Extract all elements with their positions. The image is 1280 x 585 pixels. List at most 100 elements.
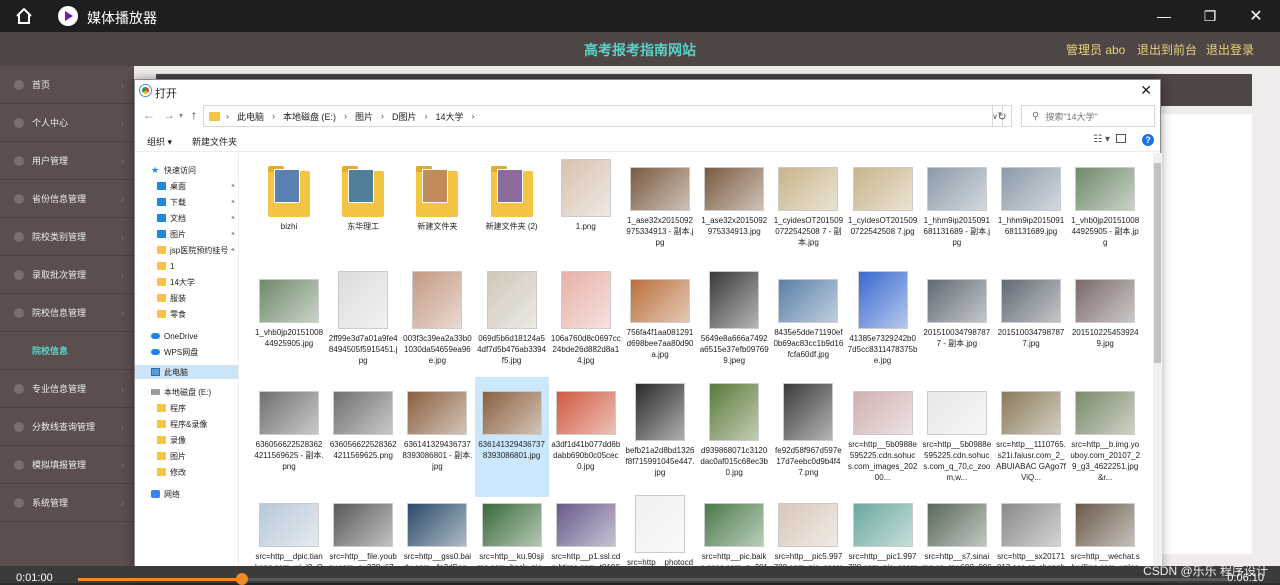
tree-item[interactable]: WPS网盘 bbox=[135, 345, 238, 359]
view-options-icon[interactable]: ☷ ▾ bbox=[1093, 134, 1110, 145]
sidebar-item[interactable]: 院校类别管理 › bbox=[0, 218, 134, 256]
sidebar-item[interactable]: 分数线查询管理 › bbox=[0, 408, 134, 446]
file-item[interactable]: 6361413294367378393086801.jpg bbox=[474, 377, 549, 497]
sidebar-item[interactable]: 录取批次管理 › bbox=[0, 256, 134, 294]
tree-item[interactable]: 服装 bbox=[135, 291, 238, 305]
tree-item[interactable]: jsp医院预约挂号 ✦ bbox=[135, 243, 238, 257]
file-item[interactable]: 1_vhb0jp2015100844925905.jpg bbox=[252, 265, 326, 385]
help-icon[interactable]: ? bbox=[1142, 134, 1154, 146]
sidebar-item[interactable]: 用户管理 › bbox=[0, 142, 134, 180]
file-item[interactable]: 1_vhb0jp2015100844925905 - 副本.jpg bbox=[1068, 153, 1142, 273]
organize-menu[interactable]: 组织 ▾ bbox=[147, 135, 172, 148]
file-item[interactable]: fe92d58f967d597e17d7eebc0d9b4f47.png bbox=[771, 377, 845, 497]
back-arrow-icon[interactable]: ← bbox=[143, 108, 155, 122]
refresh-icon[interactable]: ↻ bbox=[992, 105, 1012, 127]
file-item[interactable]: 2015100347987877.jpg bbox=[994, 265, 1068, 385]
file-item[interactable]: 新建文件夹 (2) bbox=[475, 153, 549, 273]
file-item[interactable]: 6360566225283624211569625.png bbox=[326, 377, 400, 497]
file-item[interactable]: src=http__5b0988e595225.cdn.sohucs.com_q… bbox=[920, 377, 994, 497]
breadcrumb-item[interactable]: 14大学 bbox=[436, 110, 464, 123]
minimize-button[interactable]: — bbox=[1154, 6, 1174, 26]
seek-handle[interactable] bbox=[236, 573, 249, 585]
search-input[interactable]: ⚲ 搜索"14大学" bbox=[1021, 105, 1155, 127]
file-item[interactable]: 106a760d8c0697cc24bde26d882d8a14.jpg bbox=[549, 265, 623, 385]
file-item[interactable]: 1_hhm9ip2015091681131689.jpg bbox=[994, 153, 1068, 273]
tree-item[interactable]: 文档 ✦ bbox=[135, 211, 238, 225]
file-item[interactable]: 1_cyidesOT2015090722542508 7 - 副本.jpg bbox=[771, 153, 845, 273]
breadcrumb-item[interactable]: 图片 bbox=[355, 110, 373, 123]
file-item[interactable]: src=http__b.img.youboy.com_20107_29_g3_4… bbox=[1068, 377, 1142, 497]
tree-item[interactable]: 1 bbox=[135, 259, 238, 273]
exit-to-front-link[interactable]: 退出到前台 bbox=[1137, 41, 1197, 58]
address-bar[interactable]: › 此电脑 › 本地磁盘 (E:) › 图片 › D图片 › 14大学 › ∨ bbox=[203, 105, 1003, 127]
file-item[interactable]: 1_cyidesOT2015090722542508 7.jpg bbox=[846, 153, 920, 273]
tree-item[interactable]: 下载 ✦ bbox=[135, 195, 238, 209]
sidebar-item[interactable]: 省份信息管理 › bbox=[0, 180, 134, 218]
scrollbar-thumb[interactable] bbox=[1154, 163, 1161, 363]
file-item[interactable]: befb21a2d8bd1326f8f715991045e447.jpg bbox=[623, 377, 697, 497]
home-icon[interactable] bbox=[14, 6, 34, 26]
file-item[interactable]: src=http__5b0988e595225.cdn.sohucs.com_i… bbox=[846, 377, 920, 497]
breadcrumb-item[interactable]: 本地磁盘 (E:) bbox=[283, 110, 336, 123]
tree-item[interactable]: 修改 bbox=[135, 465, 238, 479]
forward-arrow-icon[interactable]: → bbox=[163, 108, 175, 122]
sidebar-item[interactable]: 系统管理 › bbox=[0, 484, 134, 522]
file-item[interactable]: 6361413294367378393086801 - 副本.jpg bbox=[400, 377, 474, 497]
new-folder-button[interactable]: 新建文件夹 bbox=[192, 135, 237, 148]
file-item[interactable]: 8435e5dde71190ef0b69ac83cc1b9d16fcfa60df… bbox=[771, 265, 845, 385]
tree-item[interactable]: 14大学 bbox=[135, 275, 238, 289]
file-item[interactable]: 1_ase32x2015092975334913 - 副本.jpg bbox=[623, 153, 697, 273]
dialog-close-button[interactable]: ✕ bbox=[1140, 82, 1152, 99]
preview-pane-icon[interactable] bbox=[1116, 134, 1126, 143]
logout-link[interactable]: 退出登录 bbox=[1206, 41, 1254, 58]
file-item[interactable]: 756fa4f1aa081291d698bee7aa80d90a.jpg bbox=[623, 265, 697, 385]
tree-item[interactable]: 程序&录像 bbox=[135, 417, 238, 431]
tree-item[interactable]: 图片 ✦ bbox=[135, 227, 238, 241]
breadcrumb-item[interactable]: D图片 bbox=[392, 110, 417, 123]
sidebar-item[interactable]: 模拟填报管理 › bbox=[0, 446, 134, 484]
file-item[interactable]: bizhi bbox=[252, 153, 326, 273]
file-item[interactable]: 新建文件夹 bbox=[400, 153, 474, 273]
tree-item[interactable]: 零食 bbox=[135, 307, 238, 321]
seek-bar[interactable] bbox=[78, 573, 1228, 585]
file-item[interactable]: 6360566225283624211569625 - 副本.png bbox=[252, 377, 326, 497]
sidebar-item[interactable]: 院校信息管理 › bbox=[0, 294, 134, 332]
seek-progress bbox=[78, 578, 243, 581]
file-item[interactable]: 2015100347987877 - 副本.jpg bbox=[920, 265, 994, 385]
file-name: 6360566225283624211569625 - 副本.png bbox=[254, 440, 324, 471]
close-window-button[interactable]: ✕ bbox=[1246, 6, 1266, 26]
tree-item[interactable]: 程序 bbox=[135, 401, 238, 415]
file-item[interactable]: 2ff99e3d7a01a9fe48494505f5915451.jpg bbox=[326, 265, 400, 385]
recent-chevron-icon[interactable]: ▾ bbox=[179, 111, 183, 120]
tree-item[interactable]: 网络 bbox=[135, 487, 238, 501]
breadcrumb-item[interactable]: 此电脑 bbox=[237, 110, 264, 123]
sidebar-item[interactable]: 首页 › bbox=[0, 66, 134, 104]
file-item[interactable]: a3df1d41b077dd6bdabb690b0c05cec0.jpg bbox=[549, 377, 623, 497]
file-grid-scrollbar[interactable] bbox=[1153, 153, 1162, 583]
file-item[interactable]: 1_hhm9ip2015091681131689 - 副本.jpg bbox=[920, 153, 994, 273]
file-item[interactable]: 东华理工 bbox=[326, 153, 400, 273]
up-arrow-icon[interactable]: ↑ bbox=[191, 108, 197, 122]
sidebar-item[interactable]: 个人中心 › bbox=[0, 104, 134, 142]
maximize-button[interactable]: ❐ bbox=[1200, 6, 1220, 26]
file-item[interactable]: 5649e8a666a7492a6515e37efb097699.jpeg bbox=[697, 265, 771, 385]
sidebar-item[interactable]: 院校信息 bbox=[0, 332, 134, 370]
tree-item[interactable]: 此电脑 bbox=[135, 365, 238, 379]
tree-item[interactable]: 图片 bbox=[135, 449, 238, 463]
tree-item[interactable]: 本地磁盘 (E:) bbox=[135, 385, 238, 399]
file-item[interactable]: 1.png bbox=[549, 153, 623, 273]
file-item[interactable]: 41385e7329242b07d5cc8311478375be.jpg bbox=[846, 265, 920, 385]
file-item[interactable]: src=http__1110765.s21i.faiusr.com_2_ABUI… bbox=[994, 377, 1068, 497]
file-item[interactable]: 003f3c39ea2a33b01030da54659ea96e.jpg bbox=[400, 265, 474, 385]
sidebar-item[interactable]: 专业信息管理 › bbox=[0, 370, 134, 408]
file-item[interactable]: 069d5b6d18124a54df7d5b476ab3394f5.jpg bbox=[475, 265, 549, 385]
admin-user-link[interactable]: 管理员 abo bbox=[1066, 41, 1125, 58]
tree-item[interactable]: 桌面 ✦ bbox=[135, 179, 238, 193]
file-item[interactable]: 1_ase32x2015092975334913.jpg bbox=[697, 153, 771, 273]
tree-item[interactable]: 录像 bbox=[135, 433, 238, 447]
file-item[interactable]: d939868071c3120dac0af015c68ec3b0.jpg bbox=[697, 377, 771, 497]
file-item[interactable]: 2015102254539249.jpg bbox=[1068, 265, 1142, 385]
tree-item[interactable]: OneDrive bbox=[135, 329, 238, 343]
menu-icon bbox=[14, 383, 24, 394]
tree-item[interactable]: ★ 快速访问 bbox=[135, 163, 238, 177]
